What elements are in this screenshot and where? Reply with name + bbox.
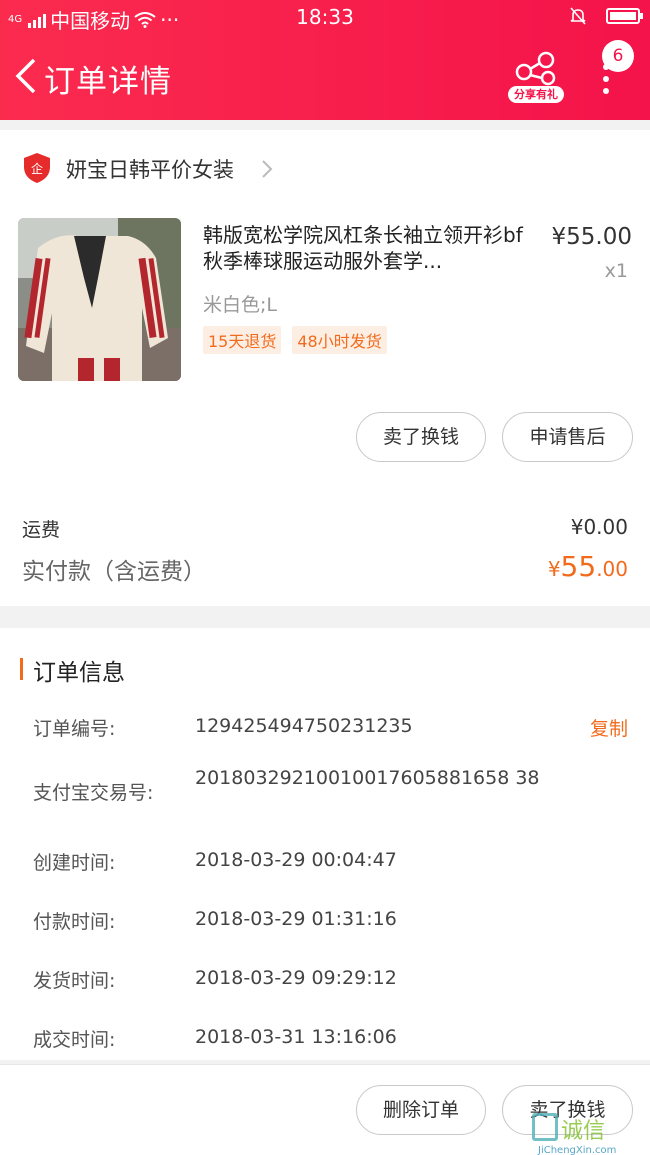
section-accent-bar — [20, 658, 23, 680]
tag-return: 15天退货 — [203, 326, 282, 354]
chevron-right-icon[interactable] — [260, 158, 274, 180]
message-count-badge[interactable]: 6 — [602, 40, 634, 72]
product-thumbnail[interactable] — [18, 218, 181, 381]
svg-text:企: 企 — [31, 161, 43, 176]
product-price: ¥55.00 — [551, 224, 632, 250]
completed-time-label: 成交时间: — [33, 1029, 116, 1051]
share-gift-label[interactable]: 分享有礼 — [508, 86, 564, 103]
section-title: 订单信息 — [33, 660, 125, 686]
sell-button[interactable]: 卖了换钱 — [356, 412, 486, 462]
delete-order-button[interactable]: 删除订单 — [356, 1085, 486, 1135]
order-info-section: 订单信息 订单编号: 129425494750231235 复制 支付宝交易号:… — [0, 628, 650, 1060]
paid-amount-label: 实付款（含运费） — [22, 559, 206, 585]
completed-time-value: 2018-03-31 13:16:06 — [195, 1026, 397, 1048]
paid-time-label: 付款时间: — [33, 911, 116, 933]
after-sale-button[interactable]: 申请售后 — [502, 412, 633, 462]
watermark-url: JiChengXin.com — [538, 1145, 617, 1155]
shipping-fee-label: 运费 — [22, 519, 61, 541]
copy-button[interactable]: 复制 — [590, 714, 628, 741]
product-title[interactable]: 韩版宽松学院风杠条长袖立领开衫bf秋季棒球服运动服外套学... — [203, 222, 533, 274]
shipped-time-label: 发货时间: — [33, 970, 116, 992]
service-tags: 15天退货 48小时发货 — [203, 326, 387, 354]
header-bar: 4G 中国移动 ··· 18:33 订单详情 分享有礼 6 — [0, 0, 650, 120]
watermark-logo — [532, 1113, 558, 1141]
battery-icon — [606, 8, 643, 24]
shop-shield-icon: 企 — [24, 153, 50, 183]
shop-name[interactable]: 妍宝日韩平价女装 — [66, 154, 234, 184]
product-quantity: x1 — [604, 260, 628, 282]
order-item-card: 企 妍宝日韩平价女装 韩版宽松学院风杠条长袖立领开衫bf秋季棒球服运动服外套学.… — [0, 130, 650, 606]
page-title: 订单详情 — [44, 64, 172, 100]
back-icon[interactable] — [12, 56, 40, 96]
order-number-label: 订单编号: — [33, 718, 116, 740]
status-time: 18:33 — [296, 5, 354, 29]
status-bar: 4G 中国移动 ··· 18:33 — [0, 0, 650, 36]
order-number-value: 129425494750231235 — [195, 715, 413, 737]
alipay-trade-value: 20180329210010017605881658 38 — [195, 767, 540, 789]
bottom-action-bar: 删除订单 卖了换钱 诚信 JiChengXin.com — [0, 1064, 650, 1155]
shipping-fee-value: ¥0.00 — [570, 515, 628, 539]
paid-amount-value: ¥55.00 — [547, 550, 628, 583]
tag-shipping: 48小时发货 — [292, 326, 387, 354]
shipped-time-value: 2018-03-29 09:29:12 — [195, 967, 397, 989]
mute-bell-icon — [570, 7, 586, 25]
paid-time-value: 2018-03-29 01:31:16 — [195, 908, 397, 930]
watermark-text: 诚信 — [561, 1119, 606, 1144]
created-time-value: 2018-03-29 00:04:47 — [195, 849, 397, 871]
created-time-label: 创建时间: — [33, 852, 116, 874]
product-spec: 米白色;L — [203, 294, 277, 316]
alipay-trade-label: 支付宝交易号: — [33, 782, 154, 804]
